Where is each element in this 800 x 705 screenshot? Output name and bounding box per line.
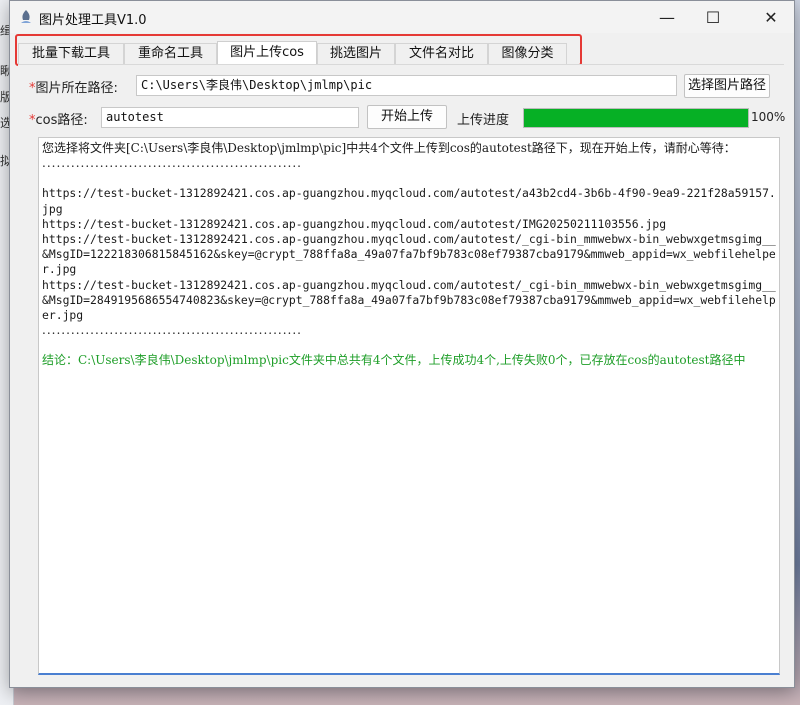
image-path-label-text: 图片所在路径: (35, 81, 118, 96)
upload-progress-bar (523, 108, 749, 128)
log-conclusion: 结论：C:\Users\李良伟\Desktop\jmlmp\pic文件夹中总共有… (42, 353, 746, 368)
image-path-input[interactable]: C:\Users\李良伟\Desktop\jmlmp\pic (136, 75, 677, 96)
upload-log-textarea[interactable]: 您选择将文件夹[C:\Users\李良伟\Desktop\jmlmp\pic]中… (38, 137, 780, 675)
upload-progress-label: 上传进度 (457, 113, 510, 128)
title-bar[interactable]: 图片处理工具V1.0 — ☐ ✕ (10, 1, 794, 33)
upload-progress-percent: 100% (751, 110, 786, 124)
maximize-icon: ☐ (705, 7, 721, 27)
app-window: 图片处理工具V1.0 — ☐ ✕ 批量下载工具 重命名工具 图片上传cos 挑选… (9, 0, 795, 688)
cos-path-label: *cos路径: (29, 109, 88, 128)
log-url-line: https://test-bucket-1312892421.cos.ap-gu… (42, 216, 667, 231)
cos-path-input[interactable]: autotest (101, 107, 359, 128)
log-intro: 您选择将文件夹[C:\Users\李良伟\Desktop\jmlmp\pic]中… (42, 141, 736, 155)
close-button[interactable]: ✕ (748, 1, 794, 33)
log-url-line: https://test-bucket-1312892421.cos.ap-gu… (42, 277, 776, 323)
log-separator: ........................................… (42, 323, 302, 338)
image-path-label: *图片所在路径: (29, 77, 118, 96)
maximize-button[interactable]: ☐ (690, 1, 736, 33)
close-icon: ✕ (764, 7, 778, 27)
cos-path-label-text: cos路径: (35, 113, 88, 128)
log-url-line: https://test-bucket-1312892421.cos.ap-gu… (42, 186, 776, 216)
tab-strip-highlight (15, 34, 582, 66)
select-image-path-button[interactable]: 选择图片路径 (684, 74, 770, 98)
window-title: 图片处理工具V1.0 (39, 13, 147, 28)
start-upload-button[interactable]: 开始上传 (367, 105, 447, 129)
upload-cos-panel: *图片所在路径: C:\Users\李良伟\Desktop\jmlmp\pic … (18, 64, 786, 684)
log-separator: ........................................… (42, 156, 302, 171)
minimize-button[interactable]: — (644, 1, 690, 33)
minimize-icon: — (659, 7, 675, 27)
upload-progress-fill (524, 109, 748, 127)
app-icon (21, 10, 31, 23)
log-url-line: https://test-bucket-1312892421.cos.ap-gu… (42, 232, 776, 277)
